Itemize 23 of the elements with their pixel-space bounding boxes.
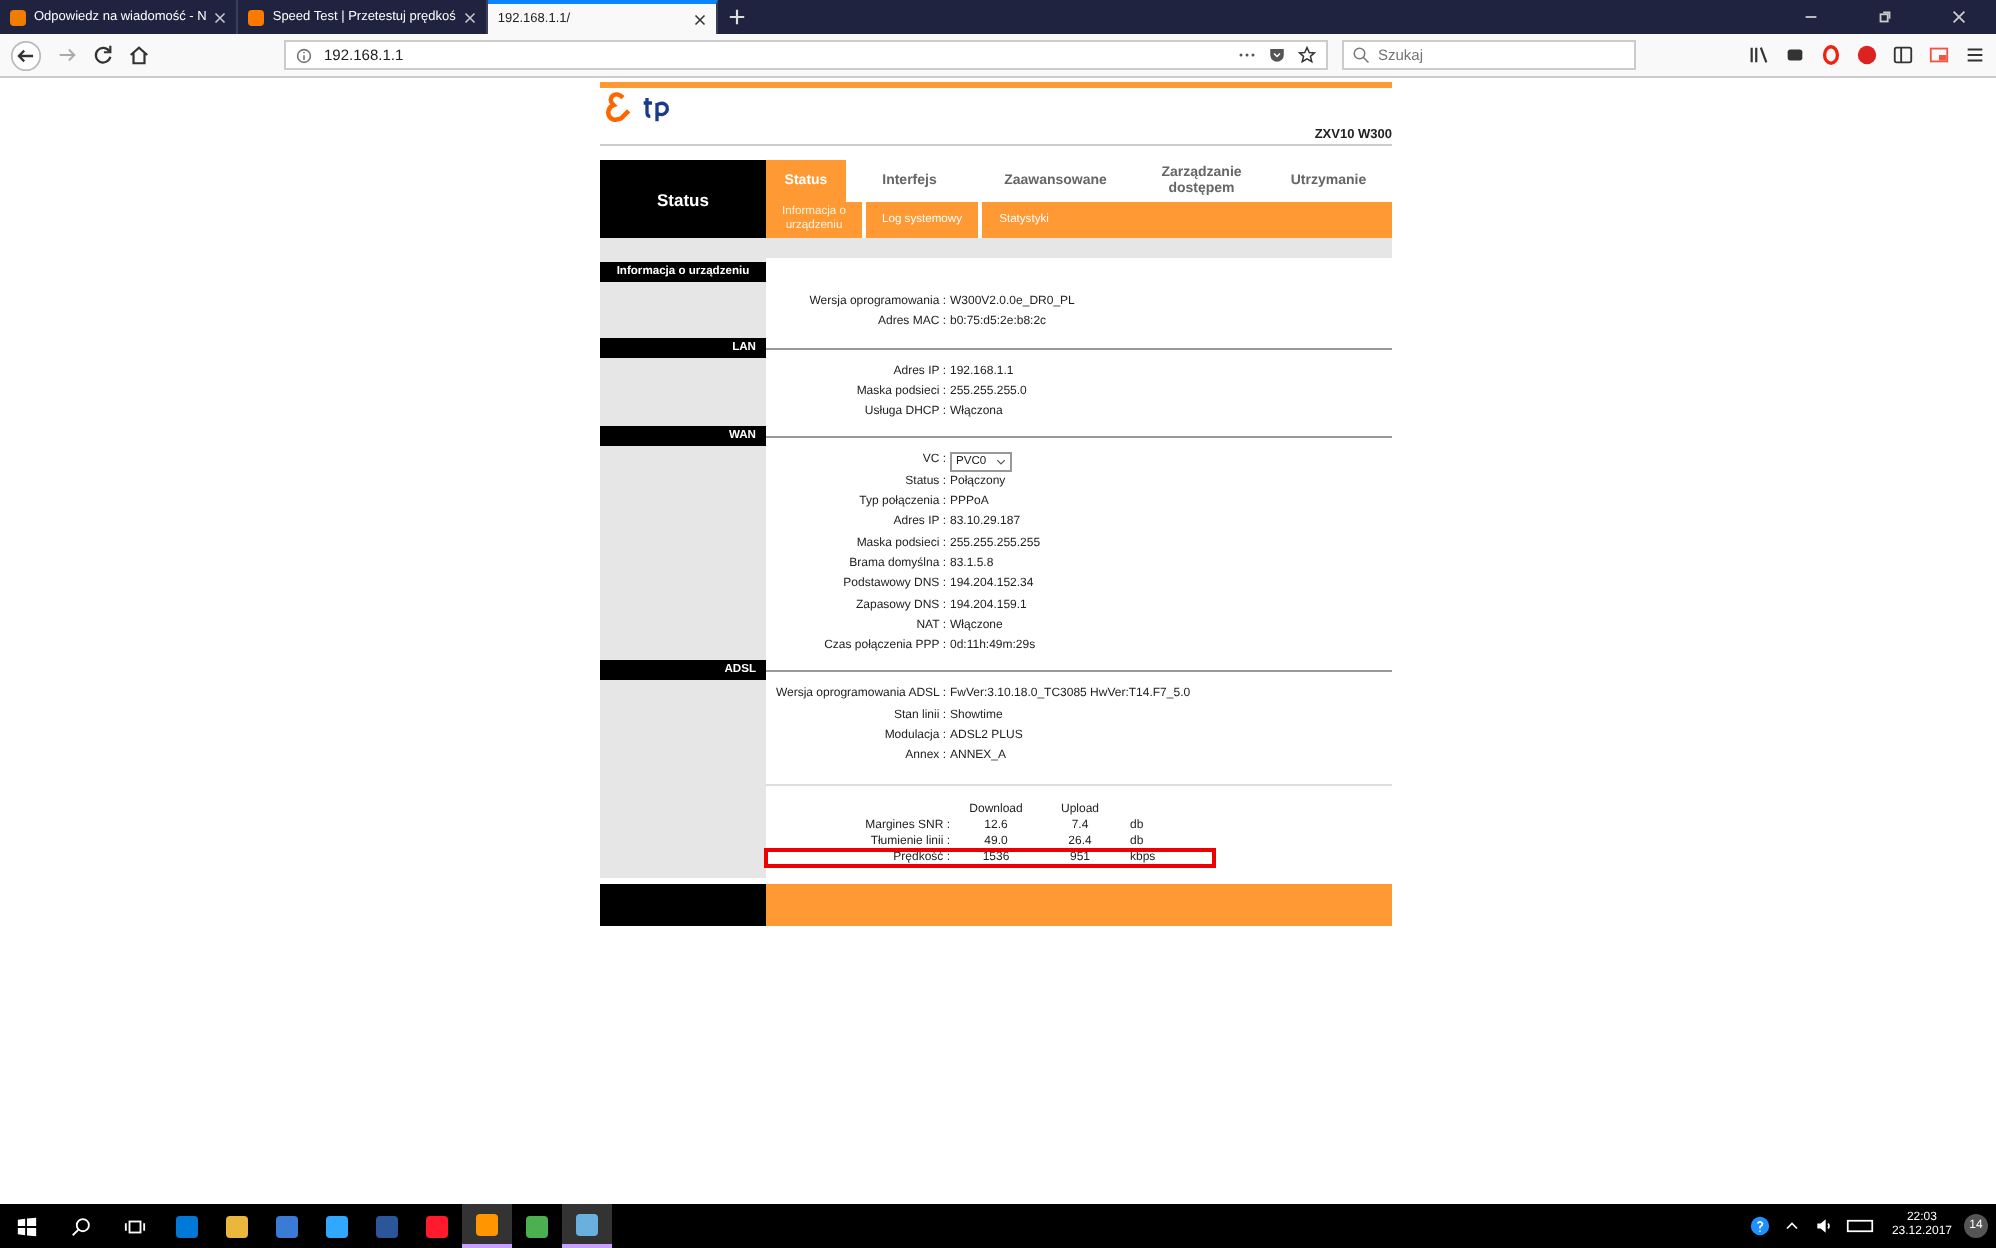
start-icon[interactable]	[16, 1215, 38, 1237]
menu-icon[interactable]	[1964, 44, 1986, 66]
back-icon[interactable]	[10, 39, 42, 71]
reload-icon[interactable]	[92, 44, 114, 66]
close-icon[interactable]	[693, 13, 706, 25]
new-tab-icon[interactable]	[727, 8, 746, 26]
pocket-icon[interactable]	[1268, 46, 1286, 64]
bookmark-star-icon[interactable]	[1298, 46, 1316, 64]
sidebar-icon[interactable]	[1892, 44, 1914, 66]
home-icon[interactable]	[128, 44, 150, 66]
page-title: Status	[600, 160, 766, 238]
restore-icon[interactable]	[1876, 8, 1894, 26]
info-icon	[296, 47, 312, 63]
library-icon[interactable]	[1748, 44, 1770, 66]
taskbar-app[interactable]	[562, 1204, 612, 1248]
chevron-icon	[996, 457, 1007, 466]
search-icon[interactable]	[70, 1215, 92, 1237]
help-icon[interactable]	[1749, 1216, 1770, 1236]
logo-letters-icon	[642, 94, 672, 122]
task-view-icon[interactable]	[124, 1215, 146, 1237]
taskbar-app[interactable]	[462, 1204, 512, 1248]
keyboard-icon[interactable]	[1845, 1216, 1874, 1236]
speaker-icon[interactable]	[1813, 1216, 1834, 1236]
